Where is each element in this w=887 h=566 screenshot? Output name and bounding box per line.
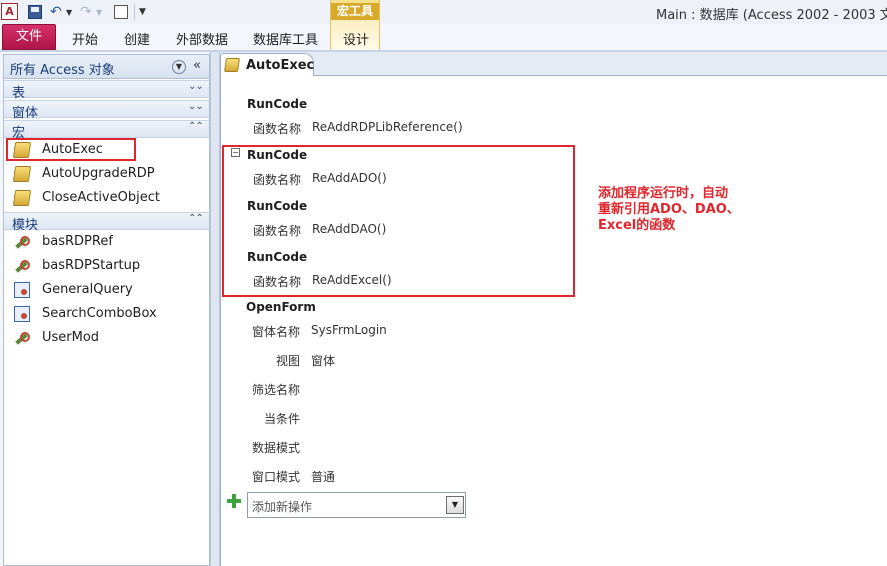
chevron-down-icon[interactable]: ▼ — [446, 496, 464, 514]
nav-item-label: basRDPRef — [42, 234, 113, 249]
nav-title: 所有 Access 对象 — [10, 63, 115, 78]
module-icon — [14, 330, 30, 346]
macro-icon — [12, 166, 32, 182]
collapse-pane-icon[interactable]: « — [193, 58, 201, 73]
arg-value-view[interactable]: 窗体 — [311, 352, 335, 369]
arg-label-function-name: 函数名称 — [253, 122, 302, 136]
nav-group-tables[interactable]: 表 ⌄⌄ — [4, 80, 209, 101]
arg-label-form-name: 窗体名称 — [252, 325, 301, 339]
document-tab-autoexec[interactable]: AutoExec — [220, 53, 314, 77]
add-action-placeholder: 添加新操作 — [252, 500, 313, 514]
toolbar-separator — [134, 4, 135, 20]
annotation-note: 添加程序运行时，自动 重新引用ADO、DAO、 Excel的函数 — [598, 186, 768, 234]
tab-file[interactable]: 文件 — [2, 24, 56, 50]
expand-icon: ⌄⌄ — [188, 81, 204, 92]
customize-toolbar-icon[interactable]: ▼ — [139, 3, 146, 21]
tab-database-tools[interactable]: 数据库工具 — [253, 29, 318, 48]
nav-group-macros[interactable]: 宏 ⌃⌃ — [4, 120, 209, 141]
navigation-pane: 所有 Access 对象 ▼ « 表 ⌄⌄ 窗体 ⌄⌄ 宏 ⌃⌃ AutoExe… — [3, 54, 210, 566]
expand-icon: ⌄⌄ — [188, 101, 204, 112]
arg-value-window-mode[interactable]: 普通 — [311, 468, 335, 485]
action-openform[interactable]: OpenForm — [246, 300, 316, 314]
pane-splitter[interactable] — [210, 52, 220, 566]
window-title: Main : 数据库 (Access 2002 - 2003 文件格 — [656, 8, 887, 23]
arg-label-window-mode: 窗口模式 — [252, 470, 301, 484]
module-icon — [14, 234, 30, 250]
redo-icon: ↷ — [80, 4, 92, 20]
arg-value-function-name[interactable]: ReAddRDPLibReference() — [312, 120, 463, 134]
nav-group-label: 窗体 — [12, 106, 39, 121]
collapse-icon: ⌃⌃ — [188, 213, 204, 224]
tab-design[interactable]: 设计 — [343, 29, 369, 48]
nav-item-label: basRDPStartup — [42, 258, 141, 273]
tab-external-data[interactable]: 外部数据 — [176, 29, 228, 48]
macro-icon — [224, 58, 240, 72]
macro-icon — [12, 190, 32, 206]
collapse-icon: ⌃⌃ — [188, 121, 204, 132]
nav-item-autoupgraderdp[interactable]: AutoUpgradeRDP — [10, 163, 200, 185]
nav-header[interactable]: 所有 Access 对象 ▼ « — [4, 55, 209, 79]
annotation-highlight-box — [222, 145, 575, 297]
nav-item-searchcombobox[interactable]: SearchComboBox — [10, 303, 200, 325]
tab-create[interactable]: 创建 — [124, 29, 150, 48]
class-module-icon — [14, 282, 30, 298]
nav-item-label: CloseActiveObject — [42, 190, 160, 205]
class-module-icon — [14, 306, 30, 322]
arg-label-where-condition: 当条件 — [264, 412, 301, 426]
tab-home[interactable]: 开始 — [72, 29, 98, 48]
annotation-line: 添加程序运行时，自动 — [598, 186, 729, 201]
action-runcode[interactable]: RunCode — [247, 97, 307, 111]
selection-highlight-box — [6, 138, 136, 161]
add-new-action-combo[interactable]: 添加新操作 ▼ — [247, 492, 466, 518]
context-group-label: 宏工具 — [331, 3, 379, 20]
redo-dropdown-icon: ▼ — [96, 7, 103, 17]
ribbon-tabs: 文件 开始 创建 外部数据 数据库工具 设计 — [0, 24, 887, 51]
nav-item-label: UserMod — [42, 330, 100, 345]
document-tab-label: AutoExec — [246, 58, 315, 73]
nav-item-basrdpstartup[interactable]: basRDPStartup — [10, 255, 200, 277]
print-preview-icon[interactable] — [114, 5, 128, 19]
document-tabstrip: AutoExec — [220, 52, 887, 77]
nav-item-basrdpref[interactable]: basRDPRef — [10, 231, 200, 253]
undo-icon[interactable]: ↶ — [50, 3, 62, 21]
nav-item-closeactiveobject[interactable]: CloseActiveObject — [10, 187, 200, 209]
arg-value-form-name[interactable]: SysFrmLogin — [311, 323, 387, 337]
nav-item-label: GeneralQuery — [42, 282, 133, 297]
nav-item-label: AutoUpgradeRDP — [42, 166, 155, 181]
arg-label-filter-name: 筛选名称 — [252, 383, 301, 397]
add-icon — [227, 494, 241, 508]
nav-group-label: 表 — [12, 86, 26, 101]
arg-label-view: 视图 — [276, 354, 301, 368]
annotation-line: Excel的函数 — [598, 218, 676, 233]
nav-group-modules[interactable]: 模块 ⌃⌃ — [4, 212, 209, 233]
module-icon — [14, 258, 30, 274]
nav-item-generalquery[interactable]: GeneralQuery — [10, 279, 200, 301]
chevron-down-icon[interactable]: ▼ — [172, 60, 186, 74]
undo-dropdown-icon[interactable]: ▼ — [66, 3, 72, 21]
arg-label-data-mode: 数据模式 — [252, 441, 301, 455]
nav-item-usermod[interactable]: UserMod — [10, 327, 200, 349]
title-bar: A ↶ ▼ ↷ ▼ ▼ Main : 数据库 (Access 2002 - 20… — [0, 0, 887, 24]
access-app-icon[interactable]: A — [1, 3, 18, 20]
annotation-line: 重新引用ADO、DAO、 — [598, 202, 740, 217]
nav-item-label: SearchComboBox — [42, 306, 157, 321]
save-icon[interactable] — [28, 5, 42, 19]
nav-group-forms[interactable]: 窗体 ⌄⌄ — [4, 100, 209, 121]
